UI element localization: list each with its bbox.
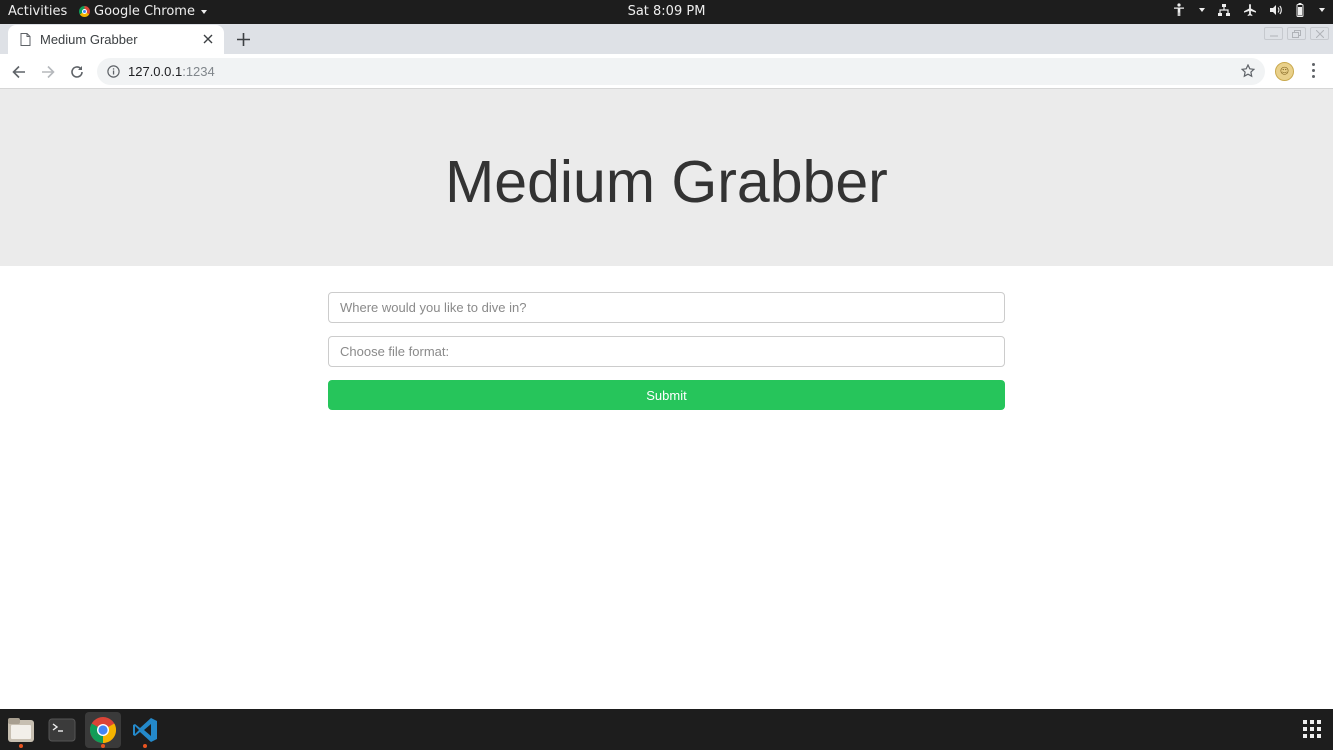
avatar-face-icon: ☺ bbox=[1279, 66, 1290, 77]
back-arrow-icon[interactable] bbox=[9, 62, 29, 82]
submit-button[interactable]: Submit bbox=[328, 380, 1005, 410]
window-controls bbox=[1264, 27, 1329, 40]
page-content: Medium Grabber Submit bbox=[0, 89, 1333, 709]
grab-form: Submit bbox=[328, 292, 1005, 410]
dock bbox=[0, 709, 1333, 750]
app-menu-label: Google Chrome bbox=[94, 4, 195, 19]
accessibility-caret-icon bbox=[1199, 8, 1205, 12]
url-host: 127.0.0.1 bbox=[128, 64, 183, 79]
show-applications-grid-icon[interactable] bbox=[1303, 720, 1321, 738]
airplane-mode-icon[interactable] bbox=[1243, 3, 1257, 17]
network-icon[interactable] bbox=[1217, 3, 1231, 17]
close-window-icon[interactable] bbox=[1310, 27, 1329, 40]
url-text: 127.0.0.1:1234 bbox=[128, 64, 215, 79]
chrome-icon[interactable] bbox=[85, 712, 121, 748]
url-port: :1234 bbox=[182, 64, 215, 79]
chrome-menu-icon[interactable] bbox=[1309, 63, 1317, 81]
profile-avatar[interactable]: ☺ bbox=[1275, 62, 1294, 81]
system-menu-caret-icon[interactable] bbox=[1319, 8, 1325, 12]
new-tab-plus-icon[interactable] bbox=[234, 30, 252, 48]
page-title: Medium Grabber bbox=[445, 148, 888, 215]
app-menu[interactable]: Google Chrome bbox=[79, 4, 207, 19]
system-tray[interactable] bbox=[1173, 3, 1325, 17]
file-format-input[interactable] bbox=[328, 336, 1005, 367]
minimize-icon[interactable] bbox=[1264, 27, 1283, 40]
accessibility-icon[interactable] bbox=[1173, 3, 1185, 17]
chrome-small-icon bbox=[79, 6, 90, 17]
chrome-running-indicator bbox=[101, 744, 105, 748]
tab-close-icon[interactable] bbox=[200, 31, 216, 47]
battery-icon[interactable] bbox=[1295, 3, 1305, 17]
volume-icon[interactable] bbox=[1269, 3, 1283, 17]
caret-down-icon bbox=[200, 9, 207, 14]
topic-input[interactable] bbox=[328, 292, 1005, 323]
terminal-icon[interactable] bbox=[44, 712, 80, 748]
restore-icon[interactable] bbox=[1287, 27, 1306, 40]
page-document-icon bbox=[20, 33, 31, 46]
vscode-running-indicator bbox=[143, 744, 147, 748]
files-icon[interactable] bbox=[3, 712, 39, 748]
browser-toolbar: 127.0.0.1:1234 ☺ bbox=[0, 54, 1333, 89]
bookmark-star-icon[interactable] bbox=[1241, 64, 1255, 78]
activities-button[interactable]: Activities bbox=[8, 4, 67, 19]
tab-medium-grabber[interactable]: Medium Grabber bbox=[8, 25, 224, 54]
site-info-icon[interactable] bbox=[107, 65, 120, 78]
reload-icon[interactable] bbox=[67, 62, 87, 82]
files-running-indicator bbox=[19, 744, 23, 748]
address-bar[interactable]: 127.0.0.1:1234 bbox=[97, 58, 1265, 85]
system-top-bar: Activities Google Chrome Sat 8:09 PM bbox=[0, 0, 1333, 24]
tab-title: Medium Grabber bbox=[40, 32, 138, 47]
vscode-icon[interactable] bbox=[127, 712, 163, 748]
tab-strip: Medium Grabber bbox=[0, 24, 1333, 54]
clock[interactable]: Sat 8:09 PM bbox=[628, 4, 706, 19]
hero-banner: Medium Grabber bbox=[0, 89, 1333, 266]
forward-arrow-icon[interactable] bbox=[38, 62, 58, 82]
